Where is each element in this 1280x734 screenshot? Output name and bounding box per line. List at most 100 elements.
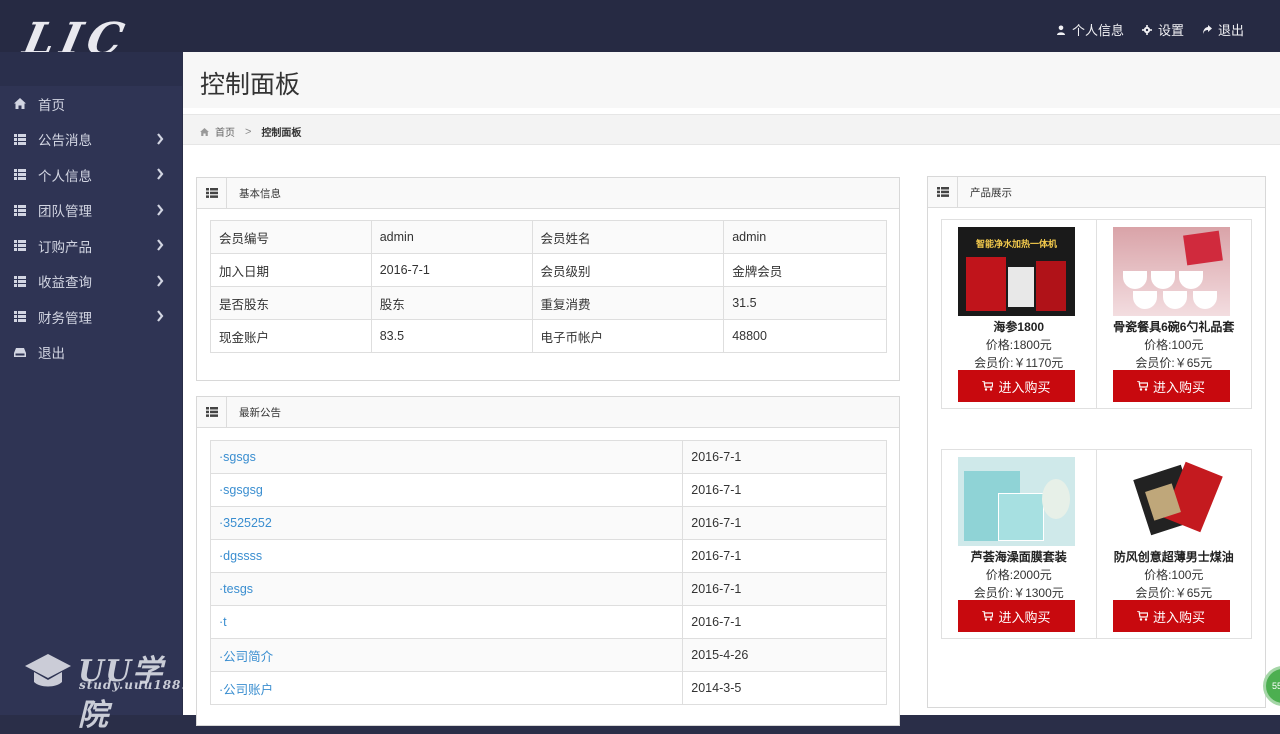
profile-link[interactable]: 个人信息 xyxy=(1056,20,1124,39)
product-name: 海参1800 xyxy=(993,320,1045,334)
sidebar-item-earnings[interactable]: 收益查询 xyxy=(0,264,182,300)
sidebar: 首页 公告消息 个人信息 团队管理 订购产品 收益查询 财务管理 退出 xyxy=(0,86,182,715)
table-cell: 电子币帐户 xyxy=(531,319,725,353)
sidebar-item-notices[interactable]: 公告消息 xyxy=(0,122,182,158)
product-name: 芦荟海澡面膜套装 xyxy=(970,550,1067,564)
table-cell: 2016-7-1 xyxy=(682,473,887,507)
buy-button[interactable]: 进入购买 xyxy=(958,370,1075,402)
settings-link[interactable]: 设置 xyxy=(1141,20,1184,39)
buy-button-label: 进入购买 xyxy=(998,609,1051,625)
notice-link[interactable]: ·t xyxy=(219,615,227,629)
settings-link-label: 设置 xyxy=(1157,23,1184,38)
list-icon xyxy=(13,204,27,216)
table-cell: 2016-7-1 xyxy=(682,605,887,639)
graduation-cap-icon xyxy=(25,654,71,687)
chevron-right-icon xyxy=(156,132,164,145)
table-cell: 48800 xyxy=(723,319,887,353)
basic-info-table: 会员编号 admin 会员姓名 admin 加入日期 2016-7-1 会员级别… xyxy=(210,220,887,353)
table-cell: 2016-7-1 xyxy=(682,539,887,573)
sidebar-item-label: 收益查询 xyxy=(38,275,92,291)
panel-title: 基本信息 xyxy=(239,187,281,200)
product-image-caption: 智能净水加热一体机 xyxy=(975,239,1057,249)
basic-info-panel: 基本信息 会员编号 admin 会员姓名 admin 加入日期 2016-7-1… xyxy=(196,177,900,381)
product-price: 价格:1800元 xyxy=(985,338,1052,352)
product-image[interactable]: 智能净水加热一体机 xyxy=(958,227,1075,316)
table-cell: ·公司账户 xyxy=(209,671,684,705)
notice-link[interactable]: ·tesgs xyxy=(219,582,253,596)
sidebar-item-team[interactable]: 团队管理 xyxy=(0,193,182,229)
product-price: 价格:2000元 xyxy=(985,568,1052,582)
chevron-right-icon xyxy=(156,274,164,287)
cart-icon xyxy=(1136,611,1148,621)
sidebar-item-logout[interactable]: 退出 xyxy=(0,335,182,371)
table-cell: 现金账户 xyxy=(210,319,372,353)
panel-title: 最新公告 xyxy=(239,406,281,419)
table-row: ·公司账户 2014-3-5 xyxy=(209,671,887,705)
table-row: 是否股东 股东 重复消费 31.5 xyxy=(210,286,887,320)
notice-link[interactable]: ·公司简介 xyxy=(219,650,273,664)
watermark: UU学院 study.uuu188.cn xyxy=(24,646,204,733)
list-icon xyxy=(197,396,227,428)
chevron-right-icon xyxy=(156,168,164,180)
notice-link[interactable]: ·公司账户 xyxy=(219,683,273,697)
sidebar-item-label: 首页 xyxy=(38,97,65,113)
table-cell: 股东 xyxy=(370,286,533,320)
sidebar-item-order[interactable]: 订购产品 xyxy=(0,228,182,264)
home-icon xyxy=(200,127,209,136)
table-cell: admin xyxy=(370,220,533,254)
sidebar-item-label: 团队管理 xyxy=(38,204,92,220)
table-row: ·sgsgsg 2016-7-1 xyxy=(209,473,887,507)
product-member-price: 会员价:￥1300元 xyxy=(973,586,1064,600)
table-cell: 金牌会员 xyxy=(723,253,887,287)
notice-link[interactable]: ·sgsgsg xyxy=(219,483,263,497)
notice-link[interactable]: ·sgsgs xyxy=(219,450,256,464)
sidebar-item-label: 订购产品 xyxy=(38,239,92,255)
user-icon xyxy=(1056,25,1065,35)
table-cell: ·tesgs xyxy=(209,572,684,606)
breadcrumb-home[interactable]: 首页 xyxy=(215,124,235,139)
sidebar-item-home[interactable]: 首页 xyxy=(0,86,182,122)
sidebar-item-finance[interactable]: 财务管理 xyxy=(0,299,182,335)
list-icon xyxy=(928,176,958,208)
cart-icon xyxy=(982,611,994,621)
buy-button-label: 进入购买 xyxy=(1152,609,1205,625)
home-icon xyxy=(13,98,27,110)
breadcrumb-current: 控制面板 xyxy=(261,128,302,139)
table-row: ·公司简介 2015-4-26 xyxy=(209,638,887,672)
cart-icon xyxy=(982,381,994,391)
sidebar-item-profile[interactable]: 个人信息 xyxy=(0,157,182,193)
drive-icon xyxy=(13,346,27,358)
profile-link-label: 个人信息 xyxy=(1071,23,1124,38)
table-cell: 是否股东 xyxy=(210,286,372,320)
product-member-price: 会员价:￥65元 xyxy=(1135,586,1213,600)
product-image[interactable] xyxy=(1112,227,1230,316)
product-image[interactable] xyxy=(958,457,1075,546)
table-cell: ·3525252 xyxy=(209,506,684,540)
table-cell: 会员编号 xyxy=(210,220,372,254)
product-member-price: 会员价:￥1170元 xyxy=(974,356,1064,370)
table-cell: 加入日期 xyxy=(210,253,372,287)
top-bar: LIC 个人信息 设置 退出 xyxy=(0,0,1280,65)
sidebar-item-label: 公告消息 xyxy=(38,133,92,149)
notice-link[interactable]: ·3525252 xyxy=(219,516,272,530)
buy-button[interactable]: 进入购买 xyxy=(1112,600,1230,632)
table-row: 加入日期 2016-7-1 会员级别 金牌会员 xyxy=(210,253,887,287)
list-icon xyxy=(13,169,27,181)
gear-icon xyxy=(1141,24,1152,35)
buy-button[interactable]: 进入购买 xyxy=(1112,370,1230,402)
buy-button[interactable]: 进入购买 xyxy=(958,600,1075,632)
table-cell: 2014-3-5 xyxy=(682,671,887,705)
product-card: 芦荟海澡面膜套装 价格:2000元 会员价:￥1300元 进入购买 xyxy=(942,450,1097,638)
table-cell: admin xyxy=(723,220,887,254)
table-row: ·t 2016-7-1 xyxy=(209,605,887,639)
table-row: 会员编号 admin 会员姓名 admin xyxy=(210,220,887,254)
products-panel: 产品展示 智能净水加热一体机 海参1800 价格:1800元 会员价:￥1170… xyxy=(927,176,1266,708)
main-content: 控制面板 首页 > 控制面板 基本信息 会员编号 admin 会员姓名 admi… xyxy=(183,52,1280,726)
chevron-right-icon xyxy=(156,203,164,216)
notice-link[interactable]: ·dgssss xyxy=(219,549,262,563)
logout-link[interactable]: 退出 xyxy=(1202,20,1244,39)
product-image[interactable] xyxy=(1112,457,1230,546)
table-cell: ·sgsgsg xyxy=(209,473,684,507)
panel-title: 产品展示 xyxy=(970,186,1012,199)
breadcrumb-separator: > xyxy=(245,125,252,138)
